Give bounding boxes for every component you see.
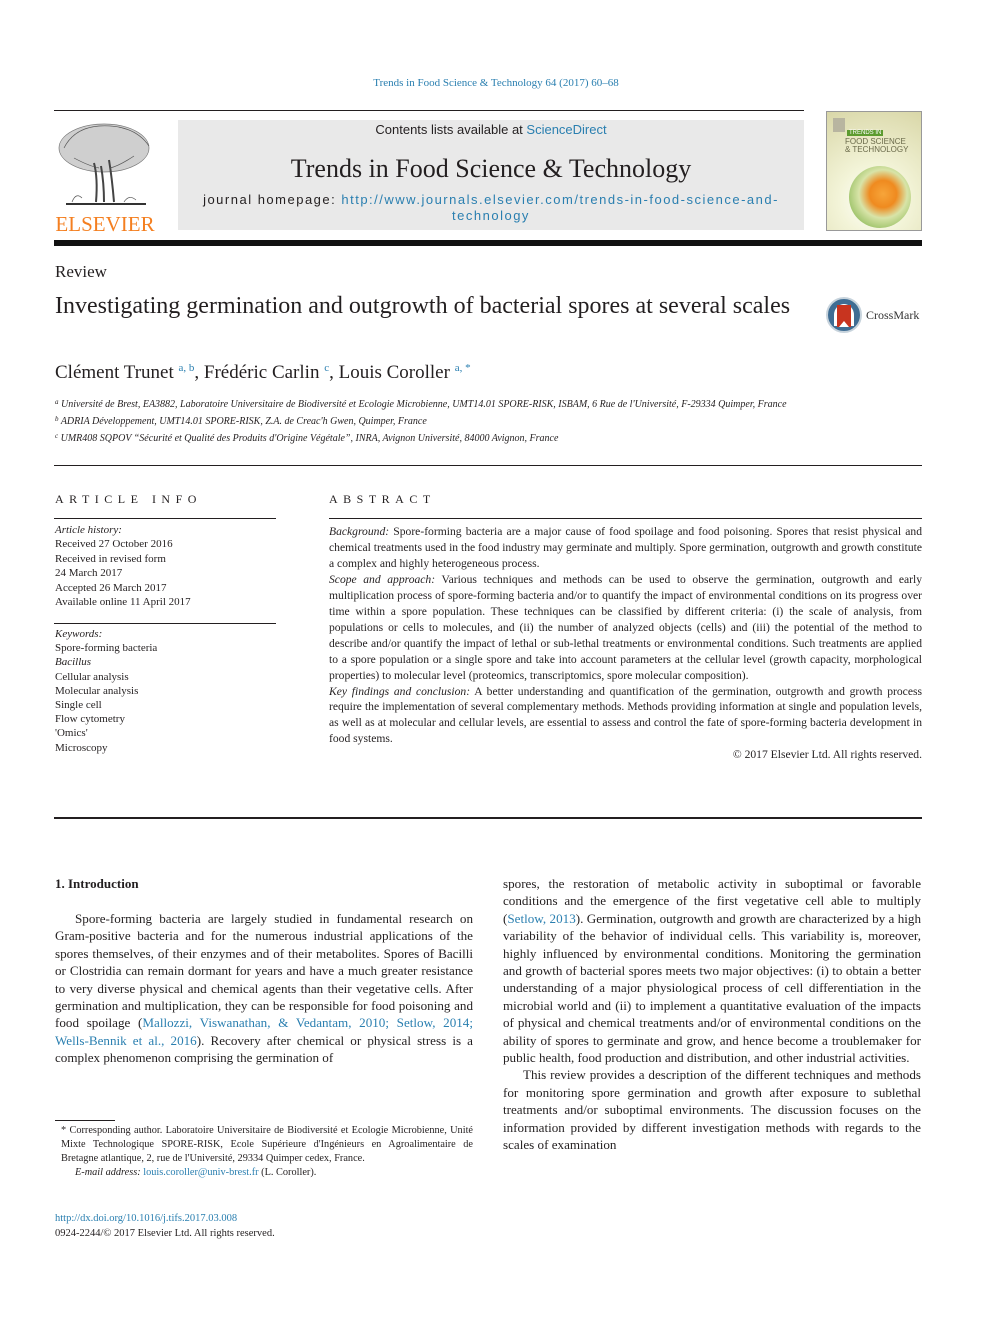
contents-prefix: Contents lists available at	[375, 122, 527, 137]
affiliation-item: c UMR408 SQPOV “Sécurité et Qualité des …	[55, 429, 815, 446]
abstract-section-label: Background:	[329, 525, 390, 538]
abstract-heading: ABSTRACT	[329, 492, 436, 506]
journal-name: Trends in Food Science & Technology	[290, 154, 692, 183]
article-type: Review	[55, 262, 107, 281]
abstract-end-divider	[54, 817, 922, 819]
abstract-findings: Key findings and conclusion: A better un…	[329, 684, 922, 748]
affiliation-key: a	[55, 398, 59, 406]
keyword-item: 'Omics'	[55, 727, 88, 740]
abstract-background: Background: Spore-forming bacteria are a…	[329, 524, 922, 572]
affiliation-text: ADRIA Développement, UMT14.01 SPORE-RISK…	[60, 416, 427, 427]
abstract-section-label: Key findings and conclusion:	[329, 684, 471, 698]
keywords-list: Keywords: Spore-forming bacteria Bacillu…	[55, 627, 157, 755]
header-divider	[54, 240, 922, 246]
corresponding-author-footnote: * Corresponding author. Laboratoire Univ…	[55, 1124, 473, 1180]
footnote-divider	[55, 1120, 115, 1121]
history-item: Available online 11 April 2017	[55, 596, 191, 609]
affiliation-key: b	[55, 415, 59, 423]
author-affiliation-ref[interactable]: a, *	[455, 362, 471, 374]
article-info-divider	[54, 518, 276, 519]
keyword-item: Bacillus	[55, 656, 92, 669]
author-separator: ,	[329, 362, 339, 383]
journal-cover-image[interactable]: TRENDS IN FOOD SCIENCE & TECHNOLOGY	[826, 111, 922, 231]
footnote-text: * Corresponding author. Laboratoire Univ…	[61, 1125, 473, 1164]
paragraph-text: ). Germination, outgrowth and growth are…	[503, 910, 922, 1066]
author-affiliation-ref[interactable]: a, b	[179, 362, 195, 374]
article-title: Investigating germination and outgrowth …	[55, 293, 791, 319]
author-name[interactable]: Clément Trunet	[55, 362, 174, 383]
crossmark-label: CrossMark	[866, 308, 920, 322]
keyword-item: Single cell	[55, 699, 102, 712]
sciencedirect-link[interactable]: ScienceDirect	[526, 122, 606, 137]
abstract-section-label: Scope and approach:	[329, 572, 436, 586]
keyword-item: Microscopy	[55, 741, 108, 754]
abstract-body: Background: Spore-forming bacteria are a…	[329, 524, 922, 763]
affiliation-item: b ADRIA Développement, UMT14.01 SPORE-RI…	[55, 412, 815, 429]
affiliation-text: Université de Brest, EA3882, Laboratoire…	[61, 399, 787, 410]
author-name[interactable]: Louis Coroller	[339, 362, 450, 383]
crossmark-icon	[826, 297, 862, 333]
abstract-scope: Scope and approach: Various techniques a…	[329, 572, 922, 684]
homepage-label: journal homepage:	[203, 192, 342, 207]
affiliation-item: a Université de Brest, EA3882, Laboratoi…	[55, 395, 815, 412]
elsevier-wordmark: ELSEVIER	[55, 212, 155, 236]
abstract-copyright: © 2017 Elsevier Ltd. All rights reserved…	[732, 748, 922, 762]
author-name[interactable]: Frédéric Carlin	[204, 362, 320, 383]
crossmark-button[interactable]: CrossMark	[826, 297, 926, 333]
intro-paragraph: Spore-forming bacteria are largely studi…	[55, 910, 473, 1067]
affiliation-text: UMR408 SQPOV “Sécurité et Qualité des Pr…	[60, 433, 559, 444]
contents-line: Contents lists available at ScienceDirec…	[178, 122, 804, 137]
journal-homepage: journal homepage: http://www.journals.el…	[178, 192, 804, 224]
homepage-link[interactable]: http://www.journals.elsevier.com/trends-…	[341, 192, 779, 223]
keywords-label: Keywords:	[55, 628, 103, 640]
affiliations: a Université de Brest, EA3882, Laboratoi…	[55, 395, 815, 446]
history-item: Received 27 October 2016	[55, 538, 173, 551]
cover-title: FOOD SCIENCE & TECHNOLOGY	[845, 138, 908, 154]
article-history: Article history: Received 27 October 201…	[55, 523, 191, 609]
history-item: Accepted 26 March 2017	[55, 581, 167, 594]
history-label: Article history:	[55, 524, 122, 536]
abstract-section-text: Various techniques and methods can be us…	[329, 572, 923, 682]
affiliation-key: c	[55, 432, 59, 440]
issn-copyright: 0924-2244/© 2017 Elsevier Ltd. All right…	[55, 1228, 275, 1239]
cover-emblem-icon	[833, 118, 845, 132]
abstract-divider	[329, 518, 922, 519]
email-suffix: (L. Coroller).	[258, 1167, 317, 1178]
email-link[interactable]: louis.coroller@univ-brest.fr	[143, 1167, 258, 1178]
journal-masthead: Contents lists available at ScienceDirec…	[178, 120, 804, 230]
author-list: Clément Trunet a, b, Frédéric Carlin c, …	[55, 362, 471, 384]
abstract-section-text: Spore-forming bacteria are a major cause…	[329, 525, 922, 570]
citation-link[interactable]: Setlow, 2013	[507, 911, 575, 926]
body-column-left: Spore-forming bacteria are largely studi…	[55, 910, 473, 1067]
running-head[interactable]: Trends in Food Science & Technology 64 (…	[0, 77, 992, 89]
history-item: Received in revised form	[55, 552, 166, 565]
section-heading-introduction: 1. Introduction	[55, 876, 139, 891]
elsevier-logo[interactable]: ELSEVIER	[54, 118, 156, 236]
keyword-item: Flow cytometry	[55, 713, 125, 726]
keyword-item: Spore-forming bacteria	[55, 642, 158, 655]
intro-paragraph-continued: spores, the restoration of metabolic act…	[503, 875, 921, 1066]
keyword-item: Molecular analysis	[55, 684, 139, 697]
paragraph-text: Spore-forming bacteria are largely studi…	[55, 911, 473, 1031]
top-rule	[54, 110, 804, 111]
elsevier-tree-icon	[58, 123, 150, 205]
article-info-heading: ARTICLE INFO	[55, 492, 202, 506]
cover-food-globe-icon	[849, 166, 911, 228]
cover-title-line2: & TECHNOLOGY	[845, 145, 909, 154]
keyword-item: Cellular analysis	[55, 670, 129, 683]
doi-block: http://dx.doi.org/10.1016/j.tifs.2017.03…	[55, 1211, 275, 1241]
keywords-divider	[54, 623, 276, 624]
email-label: E-mail address:	[75, 1167, 141, 1178]
cover-tag: TRENDS IN	[847, 130, 884, 136]
affiliations-divider	[54, 465, 922, 466]
intro-paragraph: This review provides a description of th…	[503, 1067, 921, 1153]
footnote-email-line: E-mail address: louis.coroller@univ-bres…	[55, 1166, 473, 1180]
author-separator: ,	[194, 362, 204, 383]
doi-link[interactable]: http://dx.doi.org/10.1016/j.tifs.2017.03…	[55, 1213, 237, 1224]
body-column-right: spores, the restoration of metabolic act…	[503, 875, 921, 1154]
history-item: 24 March 2017	[55, 567, 123, 580]
